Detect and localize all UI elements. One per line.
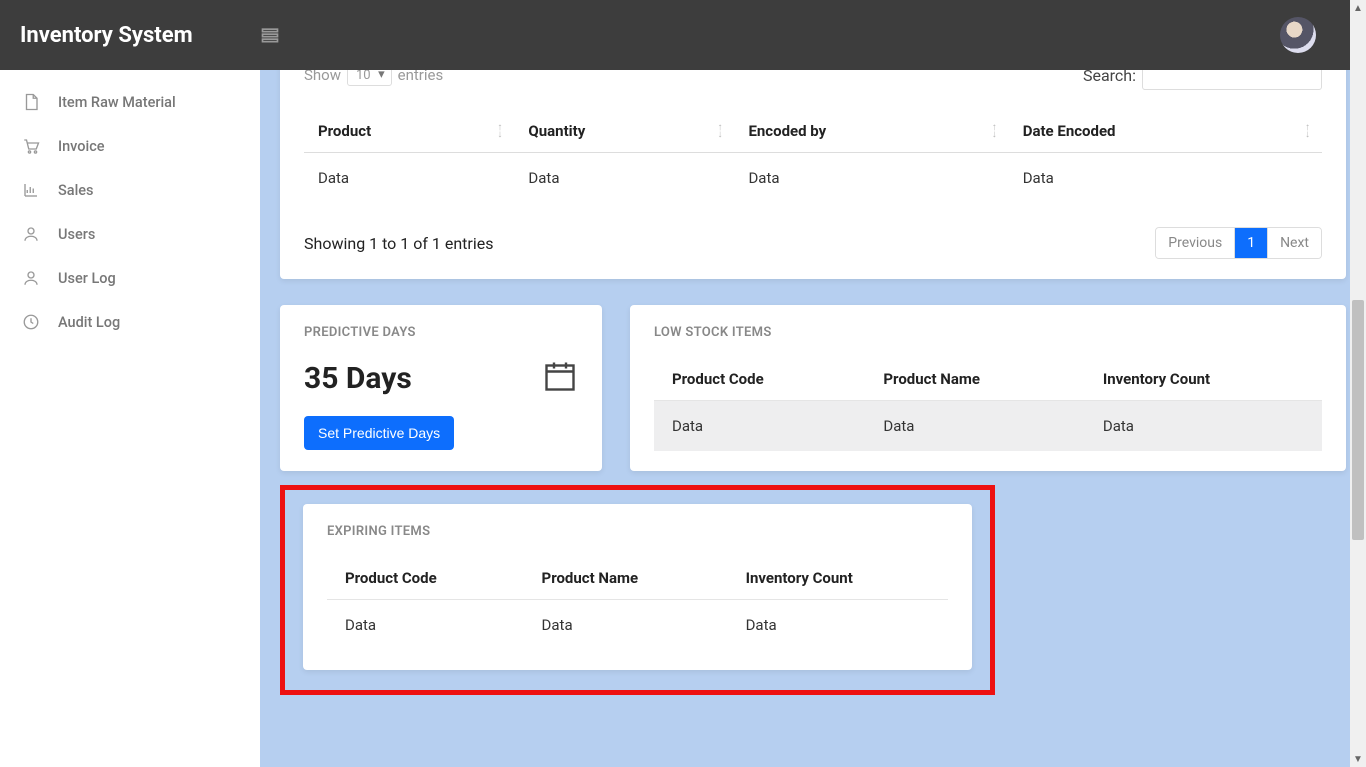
cell: Data bbox=[327, 600, 524, 651]
sidebar-item-label: Audit Log bbox=[58, 314, 120, 331]
chart-icon bbox=[22, 181, 40, 199]
col-product-code: Product Code bbox=[654, 358, 865, 401]
table-info: Showing 1 to 1 of 1 entries bbox=[304, 234, 493, 253]
col-product-code: Product Code bbox=[327, 557, 524, 600]
sort-icon: ↑↓ bbox=[717, 124, 722, 138]
datatable-footer: Showing 1 to 1 of 1 entries Previous 1 N… bbox=[304, 227, 1322, 259]
scroll-down-button[interactable]: ▼ bbox=[1350, 751, 1366, 767]
page-prev-button[interactable]: Previous bbox=[1156, 228, 1234, 258]
sidebar-item-user-log[interactable]: User Log bbox=[0, 256, 260, 300]
table-row: Data Data Data Data bbox=[304, 153, 1322, 204]
calendar-icon bbox=[542, 358, 578, 398]
table-header-row: Product Code Product Name Inventory Coun… bbox=[654, 358, 1322, 401]
menu-icon bbox=[260, 25, 280, 45]
table-row: Data Data Data bbox=[654, 401, 1322, 452]
col-encoded-by[interactable]: Encoded by ↑↓ bbox=[734, 110, 1008, 153]
expiring-title: EXPIRING ITEMS bbox=[327, 524, 948, 539]
clock-icon bbox=[22, 313, 40, 331]
col-date-encoded[interactable]: Date Encoded ↑↓ bbox=[1009, 110, 1322, 153]
expiring-table: Product Code Product Name Inventory Coun… bbox=[327, 557, 948, 650]
mid-row: PREDICTIVE DAYS 35 Days Set Predictive D… bbox=[280, 305, 1346, 471]
col-label: Encoded by bbox=[748, 122, 826, 140]
inventory-table-card: Show 10 entries Search: Product↑↓ Quanti… bbox=[280, 44, 1346, 279]
low-stock-card: LOW STOCK ITEMS Product Code Product Nam… bbox=[630, 305, 1346, 471]
table-row: Data Data Data bbox=[327, 600, 948, 651]
user-icon bbox=[22, 269, 40, 287]
sidebar-item-label: Invoice bbox=[58, 138, 105, 155]
scroll-up-button[interactable]: ▲ bbox=[1350, 0, 1366, 16]
cell: Data bbox=[1085, 401, 1322, 452]
cell: Data bbox=[654, 401, 865, 452]
main-content: Show 10 entries Search: Product↑↓ Quanti… bbox=[260, 70, 1366, 767]
sidebar-item-audit-log[interactable]: Audit Log bbox=[0, 300, 260, 344]
sort-icon: ↑↓ bbox=[1305, 124, 1310, 138]
cell: Data bbox=[1009, 153, 1322, 204]
predictive-days-card: PREDICTIVE DAYS 35 Days Set Predictive D… bbox=[280, 305, 602, 471]
avatar[interactable] bbox=[1280, 17, 1316, 53]
set-predictive-days-button[interactable]: Set Predictive Days bbox=[304, 416, 454, 450]
col-inventory-count: Inventory Count bbox=[1085, 358, 1322, 401]
col-label: Product bbox=[318, 122, 371, 140]
low-stock-table: Product Code Product Name Inventory Coun… bbox=[654, 358, 1322, 451]
col-label: Quantity bbox=[528, 122, 585, 140]
file-icon bbox=[22, 93, 40, 111]
cart-icon bbox=[22, 137, 40, 155]
sort-icon: ↑↓ bbox=[497, 124, 502, 138]
expiring-highlight-box: EXPIRING ITEMS Product Code Product Name… bbox=[280, 485, 995, 695]
sidebar-item-label: Users bbox=[58, 226, 95, 243]
col-product[interactable]: Product ↑↓ bbox=[304, 110, 514, 153]
low-stock-title: LOW STOCK ITEMS bbox=[654, 325, 1322, 340]
predictive-value: 35 Days bbox=[304, 361, 412, 396]
col-inventory-count: Inventory Count bbox=[728, 557, 948, 600]
sidebar-item-label: Item Raw Material bbox=[58, 94, 176, 111]
sidebar-item-label: Sales bbox=[58, 182, 94, 199]
app-title: Inventory System bbox=[20, 23, 260, 48]
menu-toggle-button[interactable] bbox=[260, 25, 280, 45]
cell: Data bbox=[524, 600, 728, 651]
col-product-name: Product Name bbox=[524, 557, 728, 600]
expiring-items-card: EXPIRING ITEMS Product Code Product Name… bbox=[303, 504, 972, 670]
topbar: Inventory System bbox=[0, 0, 1366, 70]
page-next-button[interactable]: Next bbox=[1267, 228, 1321, 258]
page-number-button[interactable]: 1 bbox=[1234, 228, 1267, 258]
cell: Data bbox=[865, 401, 1084, 452]
table-header-row: Product Code Product Name Inventory Coun… bbox=[327, 557, 948, 600]
cell: Data bbox=[304, 153, 514, 204]
sidebar-item-invoice[interactable]: Invoice bbox=[0, 124, 260, 168]
sidebar-item-users[interactable]: Users bbox=[0, 212, 260, 256]
sidebar-item-sales[interactable]: Sales bbox=[0, 168, 260, 212]
table-header-row: Product ↑↓ Quantity ↑↓ Encoded by ↑↓ Date E… bbox=[304, 110, 1322, 153]
col-product-name: Product Name bbox=[865, 358, 1084, 401]
predictive-row: 35 Days bbox=[304, 358, 578, 398]
inventory-table: Product ↑↓ Quantity ↑↓ Encoded by ↑↓ Date E… bbox=[304, 110, 1322, 203]
col-quantity[interactable]: Quantity ↑↓ bbox=[514, 110, 734, 153]
sidebar: Item Raw Material Invoice Sales Users Us… bbox=[0, 70, 260, 767]
user-icon bbox=[22, 225, 40, 243]
sidebar-item-raw-material[interactable]: Item Raw Material bbox=[0, 80, 260, 124]
scrollbar-thumb[interactable] bbox=[1352, 300, 1364, 540]
sort-icon: ↑↓ bbox=[992, 124, 997, 138]
scrollbar[interactable]: ▲ ▼ bbox=[1350, 0, 1366, 767]
cell: Data bbox=[728, 600, 948, 651]
sidebar-item-label: User Log bbox=[58, 270, 116, 287]
pagination: Previous 1 Next bbox=[1155, 227, 1322, 259]
col-label: Date Encoded bbox=[1023, 122, 1116, 140]
cell: Data bbox=[734, 153, 1008, 204]
predictive-card-title: PREDICTIVE DAYS bbox=[304, 325, 578, 340]
cell: Data bbox=[514, 153, 734, 204]
